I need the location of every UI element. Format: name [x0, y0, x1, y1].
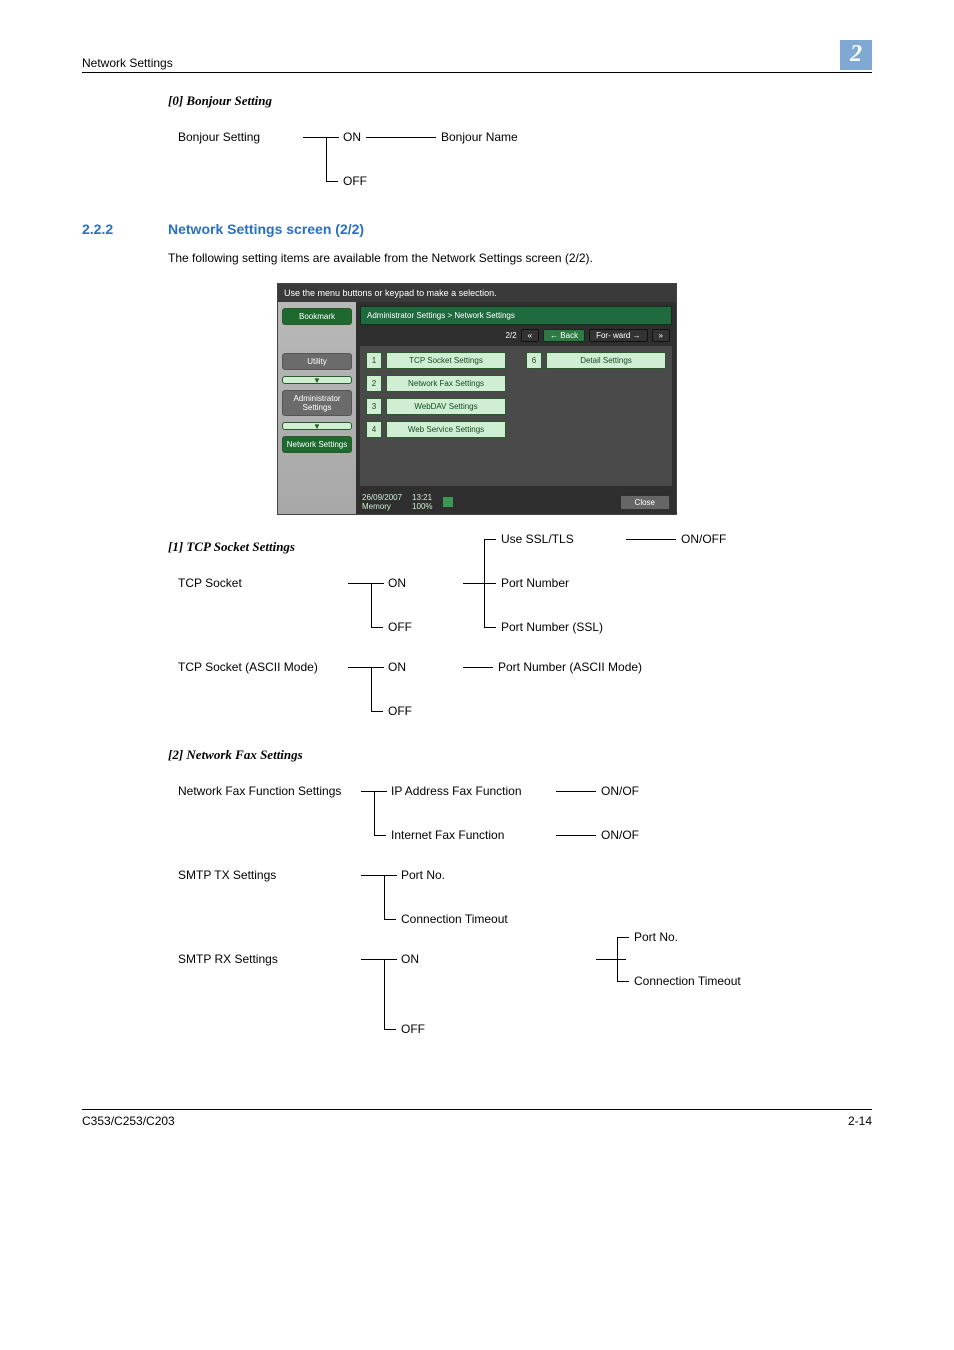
smtprx-timeout: Connection Timeout: [634, 974, 741, 988]
bonjour-setting-label: Bonjour Setting: [178, 130, 260, 144]
footer-page: 2-14: [848, 1114, 872, 1128]
bonjour-on: ON: [343, 130, 361, 144]
ss-item-4[interactable]: 4 Web Service Settings: [366, 421, 506, 438]
ss-memory-label: Memory: [362, 502, 402, 511]
port-number-ssl-label: Port Number (SSL): [501, 620, 603, 634]
smtprx-label: SMTP RX Settings: [178, 952, 278, 966]
ss-date: 26/09/2007: [362, 493, 402, 502]
ss-pager-first[interactable]: «: [521, 329, 539, 342]
ipfax-onof: ON/OF: [601, 784, 639, 798]
ss-time: 13:21: [412, 493, 432, 502]
ss-status-icon: [443, 497, 453, 507]
use-ssl-onoff: ON/OFF: [681, 532, 726, 546]
bonjour-tree: Bonjour Setting ON Bonjour Name OFF: [178, 127, 872, 191]
smtprx-port: Port No.: [634, 930, 678, 944]
tcp-on: ON: [388, 576, 458, 590]
tcp-ascii-on: ON: [388, 660, 458, 674]
ss-network-button[interactable]: Network Settings: [282, 436, 352, 453]
footer-model: C353/C253/C203: [82, 1114, 175, 1128]
tcp-ascii-label: TCP Socket (ASCII Mode): [178, 660, 318, 674]
chapter-badge: 2: [840, 40, 872, 70]
ifax-onof: ON/OF: [601, 828, 639, 842]
use-ssl-label: Use SSL/TLS: [501, 532, 621, 546]
tcp-off: OFF: [388, 620, 412, 634]
embedded-screenshot: Use the menu buttons or keypad to make a…: [277, 283, 677, 515]
ifax-label: Internet Fax Function: [391, 828, 551, 842]
tcp-tree: TCP Socket ON Use SSL/TLS ON/OFF: [178, 573, 872, 721]
ss-admin-button[interactable]: Administrator Settings: [282, 390, 352, 416]
ss-instruction: Use the menu buttons or keypad to make a…: [278, 284, 676, 302]
smtptx-label: SMTP TX Settings: [178, 868, 276, 882]
ss-utility-button[interactable]: Utility: [282, 353, 352, 370]
ss-item-2[interactable]: 2 Network Fax Settings: [366, 375, 506, 392]
section-number: 2.2.2: [82, 221, 168, 237]
section-title: Network Settings screen (2/2): [168, 221, 364, 237]
page-footer: C353/C253/C203 2-14: [82, 1109, 872, 1128]
port-ascii-label: Port Number (ASCII Mode): [498, 660, 642, 674]
ss-memory-pct: 100%: [412, 502, 432, 511]
bonjour-off: OFF: [343, 174, 367, 188]
section-intro: The following setting items are availabl…: [168, 251, 872, 265]
ss-forward-button[interactable]: For- ward →: [589, 329, 647, 342]
ss-arrow-down-2: ▼: [282, 422, 352, 430]
section-0-heading: [0] Bonjour Setting: [168, 93, 872, 109]
bonjour-name-label: Bonjour Name: [441, 130, 518, 144]
fax-tree: Network Fax Function Settings IP Address…: [178, 781, 872, 1039]
ipfax-label: IP Address Fax Function: [391, 784, 551, 798]
page-header: Network Settings 2: [82, 40, 872, 73]
ss-pager: 2/2 « ← Back For- ward → »: [356, 327, 676, 346]
ss-close-button[interactable]: Close: [620, 495, 670, 510]
ss-breadcrumb: Administrator Settings > Network Setting…: [360, 306, 672, 325]
ss-pager-last[interactable]: »: [652, 329, 670, 342]
smtprx-off: OFF: [401, 1022, 425, 1036]
ss-item-6[interactable]: 6 Detail Settings: [526, 352, 666, 369]
port-number-label: Port Number: [501, 576, 569, 590]
section-2-2-2-heading: 2.2.2 Network Settings screen (2/2): [82, 221, 872, 237]
ss-page-indicator: 2/2: [505, 331, 516, 340]
tcp-socket-label: TCP Socket: [178, 576, 242, 590]
section-2-heading: [2] Network Fax Settings: [168, 747, 872, 763]
ss-arrow-down-1: ▼: [282, 376, 352, 384]
smtptx-timeout: Connection Timeout: [401, 912, 508, 926]
tcp-ascii-off: OFF: [388, 704, 412, 718]
fax-func-label: Network Fax Function Settings: [178, 784, 341, 798]
ss-item-3[interactable]: 3 WebDAV Settings: [366, 398, 506, 415]
ss-back-button[interactable]: ← Back: [543, 329, 585, 342]
smtptx-port: Port No.: [401, 868, 445, 882]
ss-item-1[interactable]: 1 TCP Socket Settings: [366, 352, 506, 369]
smtprx-on: ON: [401, 952, 591, 966]
ss-sidebar: Bookmark Utility ▼ Administrator Setting…: [278, 302, 356, 514]
header-title: Network Settings: [82, 56, 173, 70]
ss-bookmark-button[interactable]: Bookmark: [282, 308, 352, 325]
